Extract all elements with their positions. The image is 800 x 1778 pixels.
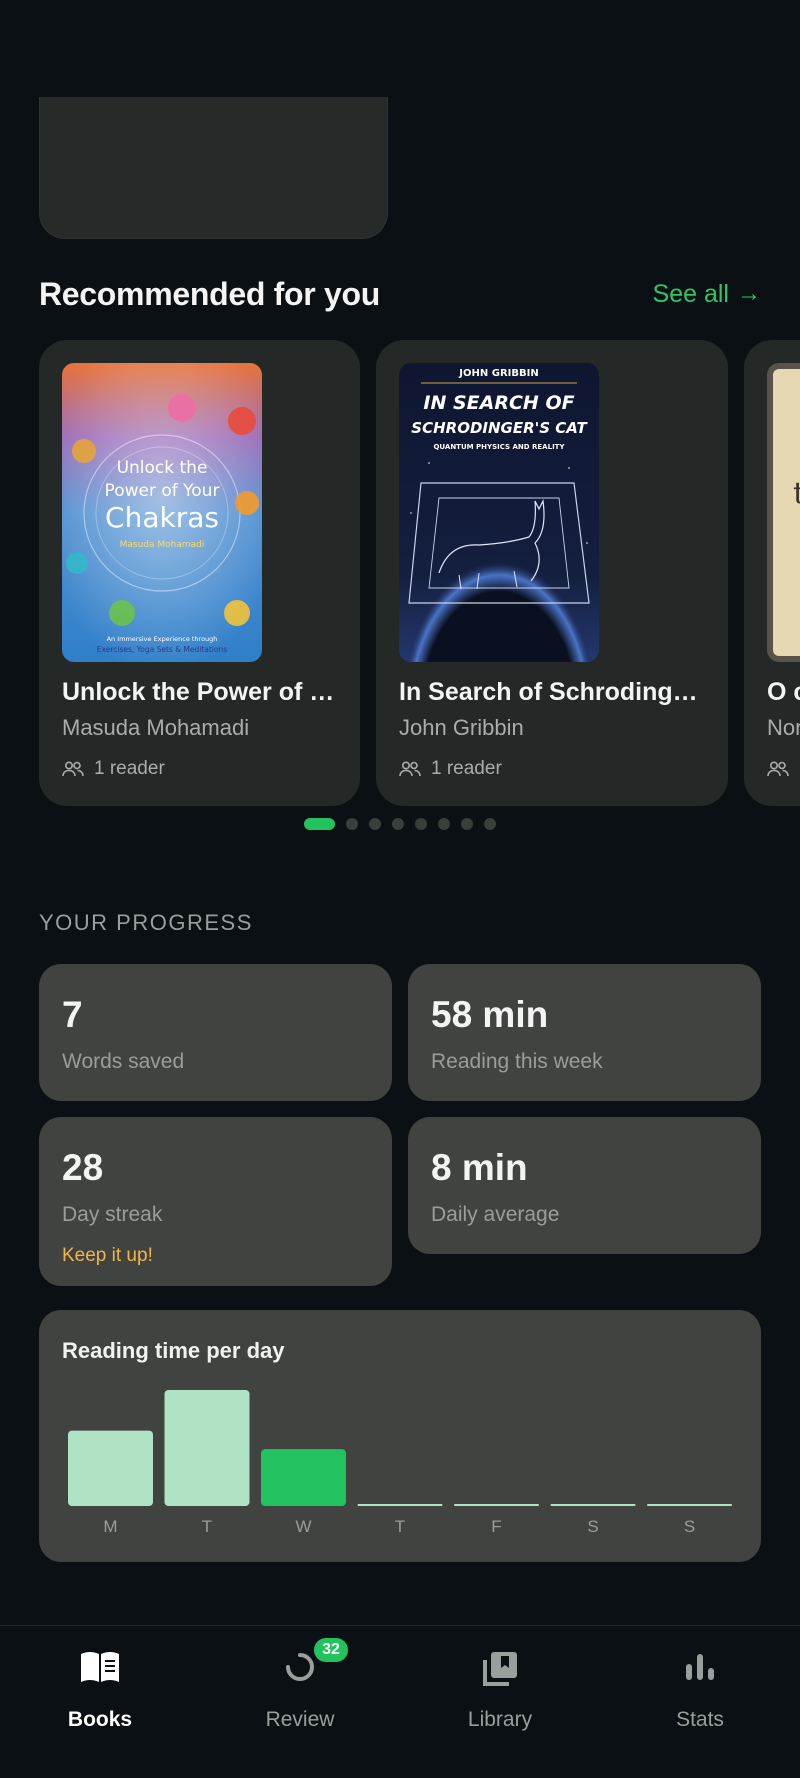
- cover-line1: IN SEARCH OF: [423, 392, 574, 414]
- nav-stats[interactable]: Stats: [600, 1626, 800, 1778]
- readers-count: 1 reader: [431, 758, 502, 779]
- cover-author: Masuda Mohamadi: [120, 540, 205, 550]
- pagination-dot[interactable]: [438, 818, 450, 830]
- pagination-dot[interactable]: [415, 818, 427, 830]
- book-card[interactable]: Unlock the Power of Your Chakras Masuda …: [39, 340, 360, 806]
- review-progress-icon: [283, 1650, 317, 1689]
- review-badge: 32: [314, 1638, 348, 1662]
- chart-bar: [164, 1390, 250, 1506]
- nav-books[interactable]: Books: [0, 1626, 200, 1778]
- stat-value: 8 min: [431, 1147, 528, 1188]
- home-screen: Recommended for you See all → Unlock the…: [0, 0, 800, 1778]
- svg-text:t: t: [793, 476, 800, 511]
- recommended-title: Recommended for you: [39, 275, 381, 312]
- book-readers: 1 reader: [62, 758, 165, 780]
- chart-day-label: M: [103, 1517, 117, 1536]
- recommended-header: Recommended for you See all →: [39, 272, 761, 316]
- cover-subtitle: QUANTUM PHYSICS AND REALITY: [433, 443, 565, 451]
- stat-card-reading-week: 58 min Reading this week: [408, 964, 761, 1101]
- book-title: In Search of Schrodinge…: [399, 678, 705, 706]
- recommended-carousel[interactable]: Unlock the Power of Your Chakras Masuda …: [0, 340, 800, 806]
- chart-bar: [68, 1430, 153, 1506]
- book-cover: t: [767, 363, 800, 662]
- reading-time-bars: MTWTFSS: [68, 1390, 732, 1536]
- pagination-dot[interactable]: [461, 818, 473, 830]
- stat-card-words-saved: 7 Words saved: [39, 964, 392, 1101]
- book-readers: 1 reader: [399, 758, 502, 780]
- nav-label: Books: [67, 1708, 133, 1731]
- book-card[interactable]: JOHN GRIBBIN IN SEARCH OF SCHRODINGER'S …: [376, 340, 728, 806]
- cover-line3: Chakras: [105, 501, 219, 534]
- cover-line1: Unlock the: [117, 458, 208, 478]
- bottom-navigation: Books 32 Review Library Stats: [0, 1625, 800, 1778]
- cover-line2: SCHRODINGER'S CAT: [411, 419, 588, 437]
- pagination-dot[interactable]: [369, 818, 381, 830]
- stat-card-daily-average: 8 min Daily average: [408, 1117, 761, 1254]
- readers-icon: [62, 761, 84, 777]
- library-icon: [481, 1650, 519, 1693]
- stat-label: Words saved: [62, 1050, 185, 1073]
- book-readers: 1: [767, 758, 800, 780]
- pagination-dot[interactable]: [484, 818, 496, 830]
- chart-bar: [647, 1504, 732, 1506]
- see-all-label: See all: [652, 279, 729, 308]
- book-cover: JOHN GRIBBIN IN SEARCH OF SCHRODINGER'S …: [399, 363, 599, 662]
- cover-author: JOHN GRIBBIN: [458, 368, 538, 379]
- book-title: Unlock the Power of …: [62, 678, 335, 706]
- bar-chart-icon: [683, 1650, 717, 1689]
- reading-time-chart: Reading time per day MTWTFSS: [39, 1310, 761, 1562]
- readers-icon: [767, 761, 789, 777]
- streak-note: Keep it up!: [62, 1245, 153, 1266]
- previous-card[interactable]: [39, 97, 388, 239]
- pagination-dot[interactable]: [346, 818, 358, 830]
- stat-value: 7: [62, 994, 83, 1035]
- stat-label: Daily average: [431, 1203, 560, 1226]
- carousel-pagination[interactable]: [0, 818, 800, 830]
- readers-count: 1 reader: [94, 758, 165, 779]
- stat-card-day-streak: 28 Day streak Keep it up!: [39, 1117, 392, 1286]
- chart-bar: [550, 1504, 636, 1506]
- chart-day-label: S: [587, 1517, 598, 1536]
- arrow-right-icon: →: [737, 280, 761, 307]
- nav-label: Library: [467, 1708, 533, 1731]
- see-all-link[interactable]: See all →: [653, 280, 761, 309]
- book-title: O c: [767, 678, 800, 706]
- stat-label: Day streak: [62, 1203, 163, 1226]
- book-card[interactable]: t O c Nor 1: [744, 340, 800, 806]
- cover-line2: Power of Your: [105, 481, 220, 501]
- book-author: Nor: [767, 715, 800, 740]
- chart-day-label: T: [202, 1517, 212, 1536]
- chart-day-label: S: [684, 1517, 695, 1536]
- progress-section-label: YOUR PROGRESS: [39, 910, 253, 935]
- book-author: John Gribbin: [399, 715, 524, 740]
- nav-library[interactable]: Library: [400, 1626, 600, 1778]
- readers-icon: [399, 761, 421, 777]
- chart-day-label: F: [491, 1517, 501, 1536]
- cover-tagline: An Immersive Experience through: [107, 635, 218, 643]
- book-open-icon: [79, 1650, 121, 1689]
- stat-label: Reading this week: [431, 1050, 603, 1073]
- chart-bar: [454, 1504, 539, 1506]
- pagination-dot[interactable]: [392, 818, 404, 830]
- chart-day-label: T: [395, 1517, 405, 1536]
- pagination-dot-active[interactable]: [304, 818, 335, 830]
- nav-label: Review: [265, 1708, 335, 1731]
- stat-value: 58 min: [431, 994, 549, 1035]
- book-cover: Unlock the Power of Your Chakras Masuda …: [62, 363, 262, 662]
- chart-bar: [261, 1449, 346, 1506]
- cover-tagline2: Exercises, Yoga Sets & Meditations: [97, 645, 227, 654]
- book-author: Masuda Mohamadi: [62, 715, 250, 740]
- nav-label: Stats: [676, 1708, 724, 1731]
- chart-day-label: W: [295, 1517, 311, 1536]
- nav-review[interactable]: 32 Review: [200, 1626, 400, 1778]
- chart-bar: [357, 1504, 443, 1506]
- stat-value: 28: [62, 1147, 104, 1188]
